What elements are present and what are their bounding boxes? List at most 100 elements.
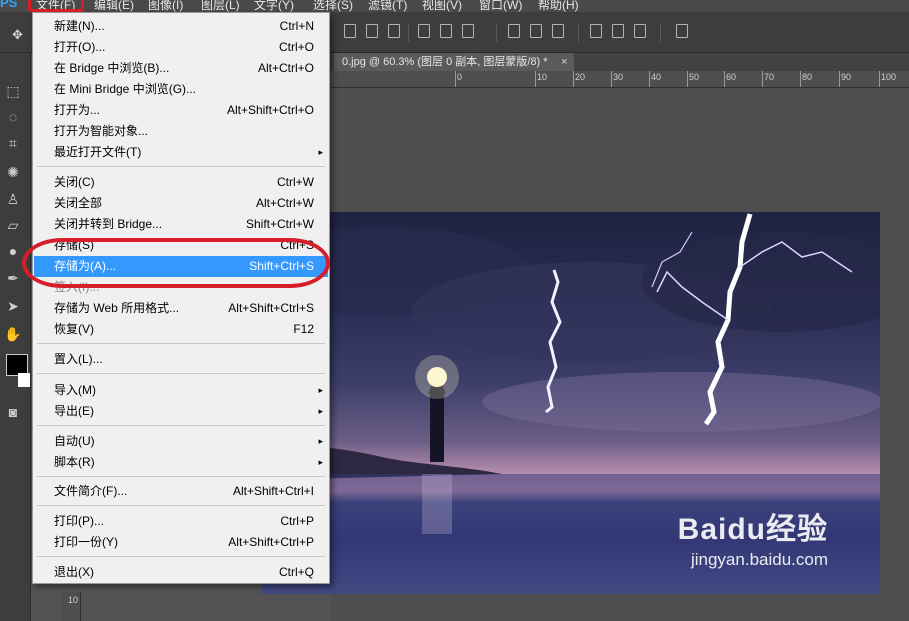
ruler-tick <box>455 71 456 87</box>
menu-item-print-one-copy[interactable]: 打印一份(Y) Alt+Shift+Ctrl+P <box>34 532 328 553</box>
ruler-tick <box>535 71 536 87</box>
menu-window[interactable]: 窗口(W) <box>479 0 522 12</box>
separator <box>408 24 409 42</box>
ruler-tick <box>573 71 574 87</box>
menu-item-open-as[interactable]: 打开为... Alt+Shift+Ctrl+O <box>34 100 328 121</box>
blur-icon[interactable]: ● <box>4 242 22 260</box>
watermark-url: jingyan.baidu.com <box>690 550 828 569</box>
submenu-arrow-icon: ▸ <box>318 385 323 395</box>
tools-panel: ⬚ ◌ ⌗ ✺ ♙ ▱ ● ✒ ➤ ✋ ◙ <box>0 53 31 621</box>
menu-item-close[interactable]: 关闭(C) Ctrl+W <box>34 172 328 193</box>
menu-separator <box>37 556 325 557</box>
distribute-left-icon[interactable] <box>590 24 602 38</box>
align-vcenter-icon[interactable] <box>366 24 378 38</box>
align-left-icon[interactable] <box>418 24 430 38</box>
eraser-icon[interactable]: ▱ <box>4 216 22 234</box>
menu-item-import[interactable]: 导入(M) ▸ <box>34 380 328 401</box>
menu-separator <box>37 505 325 506</box>
menu-view[interactable]: 视图(V) <box>422 0 462 12</box>
separator <box>496 24 497 42</box>
submenu-arrow-icon: ▸ <box>318 457 323 467</box>
healing-icon[interactable]: ✺ <box>4 163 22 181</box>
distribute-vcenter-icon[interactable] <box>530 24 542 38</box>
photoshop-logo: PS <box>0 0 18 10</box>
menu-bar: PS 文件(F) 编辑(E) 图像(I) 图层(L) 文字(Y) 选择(S) 滤… <box>0 0 909 12</box>
ruler-label: 30 <box>613 72 624 82</box>
path-select-icon[interactable]: ➤ <box>4 297 22 315</box>
menu-separator <box>37 476 325 477</box>
ruler-tick <box>839 71 840 87</box>
separator <box>660 24 661 42</box>
document-tabs: 0.jpg @ 60.3% (图层 0 副本, 图层蒙版/8) * × <box>330 53 909 71</box>
distribute-bottom-icon[interactable] <box>552 24 564 38</box>
menu-item-new[interactable]: 新建(N)... Ctrl+N <box>34 16 328 37</box>
menu-item-export[interactable]: 导出(E) ▸ <box>34 401 328 422</box>
menu-type[interactable]: 文字(Y) <box>254 0 294 12</box>
ruler-label: 20 <box>575 72 586 82</box>
document-tab[interactable]: 0.jpg @ 60.3% (图层 0 副本, 图层蒙版/8) * × <box>334 53 574 71</box>
move-tool-icon[interactable]: ✥ <box>12 27 23 43</box>
menu-item-file-info[interactable]: 文件简介(F)... Alt+Shift+Ctrl+I <box>34 481 328 502</box>
menu-separator <box>37 425 325 426</box>
marquee-icon[interactable]: ⬚ <box>4 82 22 100</box>
menu-item-browse-bridge[interactable]: 在 Bridge 中浏览(B)... Alt+Ctrl+O <box>34 58 328 79</box>
menu-item-automate[interactable]: 自动(U) ▸ <box>34 431 328 452</box>
ruler-tick <box>611 71 612 87</box>
menu-image[interactable]: 图像(I) <box>148 0 183 12</box>
menu-layer[interactable]: 图层(L) <box>201 0 240 12</box>
menu-item-exit[interactable]: 退出(X) Ctrl+Q <box>34 562 328 583</box>
menu-item-close-all[interactable]: 关闭全部 Alt+Ctrl+W <box>34 193 328 214</box>
align-hcenter-icon[interactable] <box>440 24 452 38</box>
ruler-label: 80 <box>802 72 813 82</box>
horizontal-ruler: 0 10 20 30 40 50 60 70 80 90 100 <box>330 71 909 88</box>
menu-item-scripts[interactable]: 脚本(R) ▸ <box>34 452 328 473</box>
submenu-arrow-icon: ▸ <box>318 436 323 446</box>
ruler-tick <box>800 71 801 87</box>
menu-item-revert[interactable]: 恢复(V) F12 <box>34 319 328 340</box>
baidu-watermark: Baidu经验 jingyan.baidu.com <box>678 504 828 570</box>
ruler-label: 100 <box>881 72 897 82</box>
ruler-tick <box>724 71 725 87</box>
align-top-icon[interactable] <box>344 24 356 38</box>
menu-select[interactable]: 选择(S) <box>313 0 353 12</box>
ruler-label: 60 <box>726 72 737 82</box>
submenu-arrow-icon: ▸ <box>318 147 323 157</box>
background-color-swatch[interactable] <box>18 373 30 387</box>
menu-item-open-smart-object[interactable]: 打开为智能对象... <box>34 121 328 142</box>
menu-help[interactable]: 帮助(H) <box>538 0 579 12</box>
submenu-arrow-icon: ▸ <box>318 406 323 416</box>
auto-align-icon[interactable] <box>676 24 688 38</box>
menu-item-close-go-bridge[interactable]: 关闭并转到 Bridge... Shift+Ctrl+W <box>34 214 328 235</box>
menu-edit[interactable]: 编辑(E) <box>94 0 134 12</box>
ruler-tick <box>879 71 880 87</box>
menu-filter[interactable]: 滤镜(T) <box>368 0 407 12</box>
ruler-tick <box>649 71 650 87</box>
menu-item-print[interactable]: 打印(P)... Ctrl+P <box>34 511 328 532</box>
document-image[interactable]: Baidu经验 jingyan.baidu.com <box>262 212 880 594</box>
distribute-right-icon[interactable] <box>634 24 646 38</box>
document-tab-title: 0.jpg @ 60.3% (图层 0 副本, 图层蒙版/8) * <box>342 56 548 68</box>
quick-mask-icon[interactable]: ◙ <box>4 403 22 421</box>
menu-item-browse-mini-bridge[interactable]: 在 Mini Bridge 中浏览(G)... <box>34 79 328 100</box>
align-right-icon[interactable] <box>462 24 474 38</box>
stamp-icon[interactable]: ♙ <box>4 190 22 208</box>
menu-item-save-for-web[interactable]: 存储为 Web 所用格式... Alt+Shift+Ctrl+S <box>34 298 328 319</box>
crop-icon[interactable]: ⌗ <box>4 134 22 152</box>
close-icon[interactable]: × <box>561 53 567 71</box>
ruler-label: 70 <box>764 72 775 82</box>
ruler-tick <box>762 71 763 87</box>
align-bottom-icon[interactable] <box>388 24 400 38</box>
file-menu-highlight-annotation <box>28 0 84 12</box>
hand-icon[interactable]: ✋ <box>4 325 22 343</box>
menu-item-open[interactable]: 打开(O)... Ctrl+O <box>34 37 328 58</box>
separator <box>578 24 579 42</box>
distribute-top-icon[interactable] <box>508 24 520 38</box>
menu-item-place[interactable]: 置入(L)... <box>34 349 328 370</box>
watermark-logo: Baidu经验 <box>677 513 828 546</box>
menu-item-recent-files[interactable]: 最近打开文件(T) ▸ <box>34 142 328 163</box>
ruler-label: 10 <box>537 72 548 82</box>
lasso-icon[interactable]: ◌ <box>4 108 22 126</box>
pen-icon[interactable]: ✒ <box>4 269 22 287</box>
menu-separator <box>37 166 325 167</box>
distribute-hcenter-icon[interactable] <box>612 24 624 38</box>
